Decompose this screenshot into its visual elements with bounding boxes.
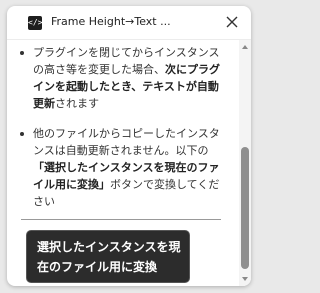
scroll-down-icon[interactable] xyxy=(242,277,248,281)
list-item: 他のファイルからコピーしたインスタンスは自動更新されません。以下の「選択したイン… xyxy=(20,125,221,210)
note-list: プラグインを閉じてからインスタンスの高さ等を変更した場合、次にプラグインを起動し… xyxy=(7,44,239,210)
window-title: Frame Height→Text ... xyxy=(51,15,171,28)
scrollbar[interactable] xyxy=(239,40,251,286)
text-part: されます xyxy=(55,97,99,110)
divider xyxy=(21,219,221,220)
plugin-window: </> Frame Height→Text ... プラグインを閉じてからインス… xyxy=(7,6,251,286)
list-item: プラグインを閉じてからインスタンスの高さ等を変更した場合、次にプラグインを起動し… xyxy=(20,44,221,112)
text-part: 他のファイルからコピーしたインスタンスは自動更新されません。以下の xyxy=(33,127,220,157)
scroll-up-icon[interactable] xyxy=(242,45,248,49)
convert-instances-button[interactable]: 選択したインスタンスを現在のファイル用に変換 xyxy=(26,230,190,283)
close-icon[interactable] xyxy=(225,15,239,29)
title-bar: </> Frame Height→Text ... xyxy=(7,6,251,40)
code-icon: </> xyxy=(28,16,42,30)
scroll-thumb[interactable] xyxy=(241,147,249,269)
content-area: プラグインを閉じてからインスタンスの高さ等を変更した場合、次にプラグインを起動し… xyxy=(7,40,239,286)
